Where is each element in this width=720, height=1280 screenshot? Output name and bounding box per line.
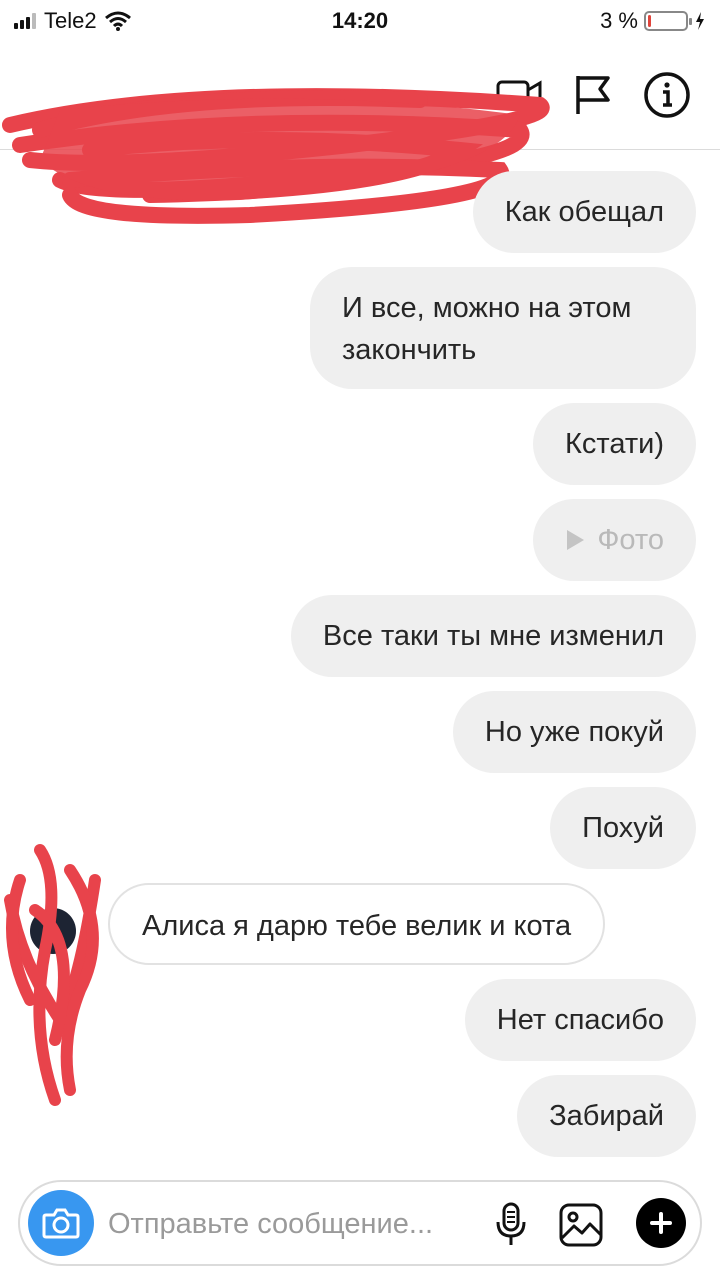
message-bubble: Как обещал	[472, 171, 696, 253]
battery-percent: 3 %	[600, 8, 638, 33]
microphone-icon[interactable]	[494, 1202, 528, 1248]
message-bubble: Но уже покуй	[452, 691, 696, 773]
message-text: Фото	[597, 524, 664, 556]
message-text: Алиса я дарю тебе велик и кота	[142, 910, 572, 942]
message-text: Забирай	[549, 1100, 664, 1132]
battery-icon	[644, 11, 692, 31]
info-icon[interactable]	[642, 70, 692, 120]
more-button[interactable]	[636, 1198, 686, 1248]
message-text: Кстати)	[565, 428, 664, 460]
message-bubble: Похуй	[550, 787, 696, 869]
message-bubble: Забирай	[517, 1075, 696, 1157]
message-bubble: Кстати)	[533, 403, 696, 485]
message-text: Похуй	[582, 812, 664, 844]
message-text: Все таки ты мне изменил	[322, 620, 664, 652]
message-text: И все, можно на этом закончить	[342, 292, 632, 366]
chat-header	[0, 40, 720, 224]
incoming-message-bubble: Алиса я дарю тебе велик и кота	[108, 883, 606, 965]
message-composer	[18, 1180, 702, 1266]
play-icon	[567, 530, 585, 550]
message-thread[interactable]: Как обещал И все, можно на этом закончит…	[0, 150, 720, 1170]
message-text: Нет спасибо	[496, 1004, 664, 1036]
battery-group: 3 %	[600, 8, 706, 34]
camera-icon	[42, 1208, 80, 1239]
message-input[interactable]	[108, 1202, 488, 1246]
message-bubble: И все, можно на этом закончить	[310, 267, 696, 389]
charging-icon	[696, 12, 704, 30]
message-bubble: Нет спасибо	[464, 979, 696, 1061]
message-bubble: Все таки ты мне изменил	[290, 595, 696, 677]
message-text: Но уже покуй	[484, 716, 664, 748]
flag-icon[interactable]	[570, 70, 616, 120]
photo-message-bubble[interactable]: Фото	[533, 499, 696, 581]
camera-button[interactable]	[28, 1190, 94, 1256]
video-call-icon[interactable]	[494, 70, 544, 120]
avatar[interactable]	[30, 908, 76, 954]
status-bar: Tele2 14:20 3 %	[0, 0, 720, 40]
gallery-icon[interactable]	[558, 1202, 604, 1248]
redaction-scribble	[4, 844, 101, 1106]
message-text: Как обещал	[504, 196, 664, 228]
plus-icon	[650, 1212, 672, 1234]
